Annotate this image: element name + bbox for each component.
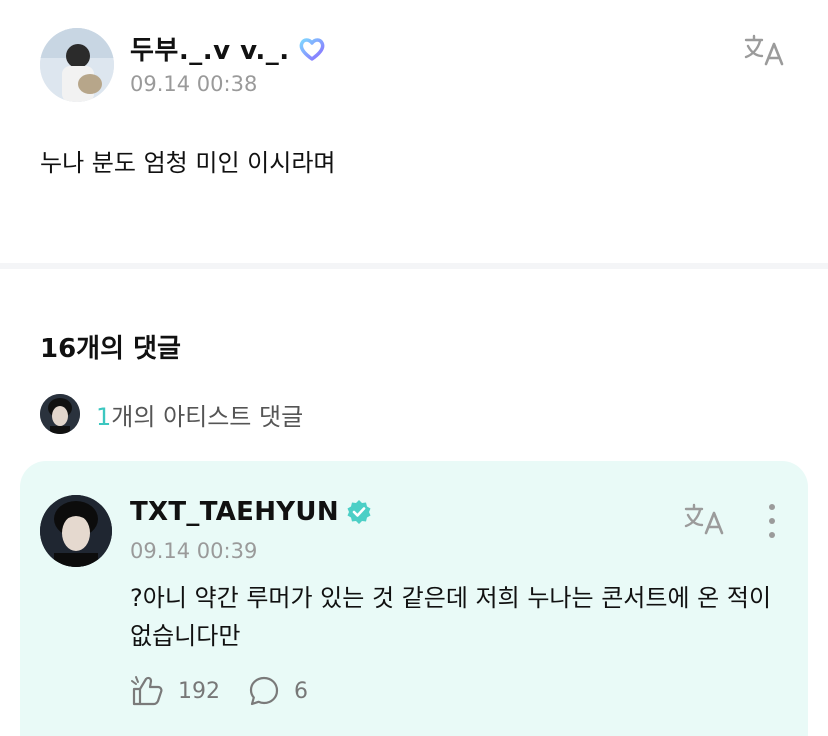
comment-actions: 192 6 bbox=[130, 675, 308, 707]
more-dot bbox=[769, 532, 775, 538]
artist-comments-count: 1 bbox=[96, 402, 112, 431]
more-vertical-icon[interactable] bbox=[760, 501, 784, 541]
more-dot bbox=[769, 504, 775, 510]
artist-comment-card: TXT_TAEHYUN 09.14 00:39 ?아니 약간 루머가 있는 것 … bbox=[20, 461, 808, 736]
like-icon bbox=[130, 675, 164, 707]
artist-name-text: TXT_TAEHYUN bbox=[130, 497, 339, 527]
post-body-text: 누나 분도 엄청 미인 이시라며 bbox=[40, 149, 336, 177]
more-dot bbox=[769, 518, 775, 524]
artist-comment-timestamp: 09.14 00:39 bbox=[130, 539, 258, 563]
artist-comments-label: 1개의 아티스트 댓글 bbox=[96, 397, 303, 432]
artist-comment-text: ?아니 약간 루머가 있는 것 같은데 저희 누나는 콘서트에 온 적이 없습니… bbox=[130, 584, 772, 650]
heart-badge-icon bbox=[298, 35, 326, 63]
post-author-avatar[interactable] bbox=[40, 28, 114, 102]
artist-comments-text: 개의 아티스트 댓글 bbox=[111, 402, 304, 431]
translate-icon[interactable] bbox=[684, 501, 728, 537]
post-author-name-text: 두부._.v v._. bbox=[130, 36, 290, 66]
reply-count: 6 bbox=[294, 678, 308, 704]
artist-comments-link[interactable]: 1개의 아티스트 댓글 bbox=[40, 394, 303, 434]
section-divider bbox=[0, 263, 828, 269]
like-button[interactable]: 192 bbox=[130, 675, 220, 707]
post-author-name[interactable]: 두부._.v v._. bbox=[130, 30, 326, 67]
verified-icon bbox=[345, 498, 373, 526]
like-count: 192 bbox=[178, 678, 220, 704]
comment-icon bbox=[248, 675, 280, 707]
comment-count-heading: 16개의 댓글 bbox=[40, 334, 181, 364]
reply-button[interactable]: 6 bbox=[248, 675, 308, 707]
artist-name[interactable]: TXT_TAEHYUN bbox=[130, 497, 373, 527]
artist-avatar[interactable] bbox=[40, 495, 112, 567]
translate-icon[interactable] bbox=[744, 32, 788, 68]
post-timestamp: 09.14 00:38 bbox=[130, 72, 258, 96]
artist-avatar-small bbox=[40, 394, 80, 434]
